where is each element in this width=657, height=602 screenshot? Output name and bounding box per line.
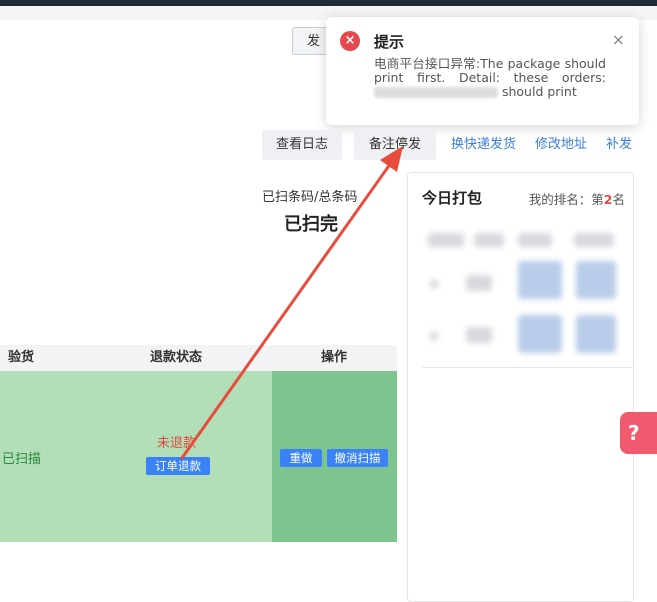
annotation-arrow (180, 146, 403, 460)
